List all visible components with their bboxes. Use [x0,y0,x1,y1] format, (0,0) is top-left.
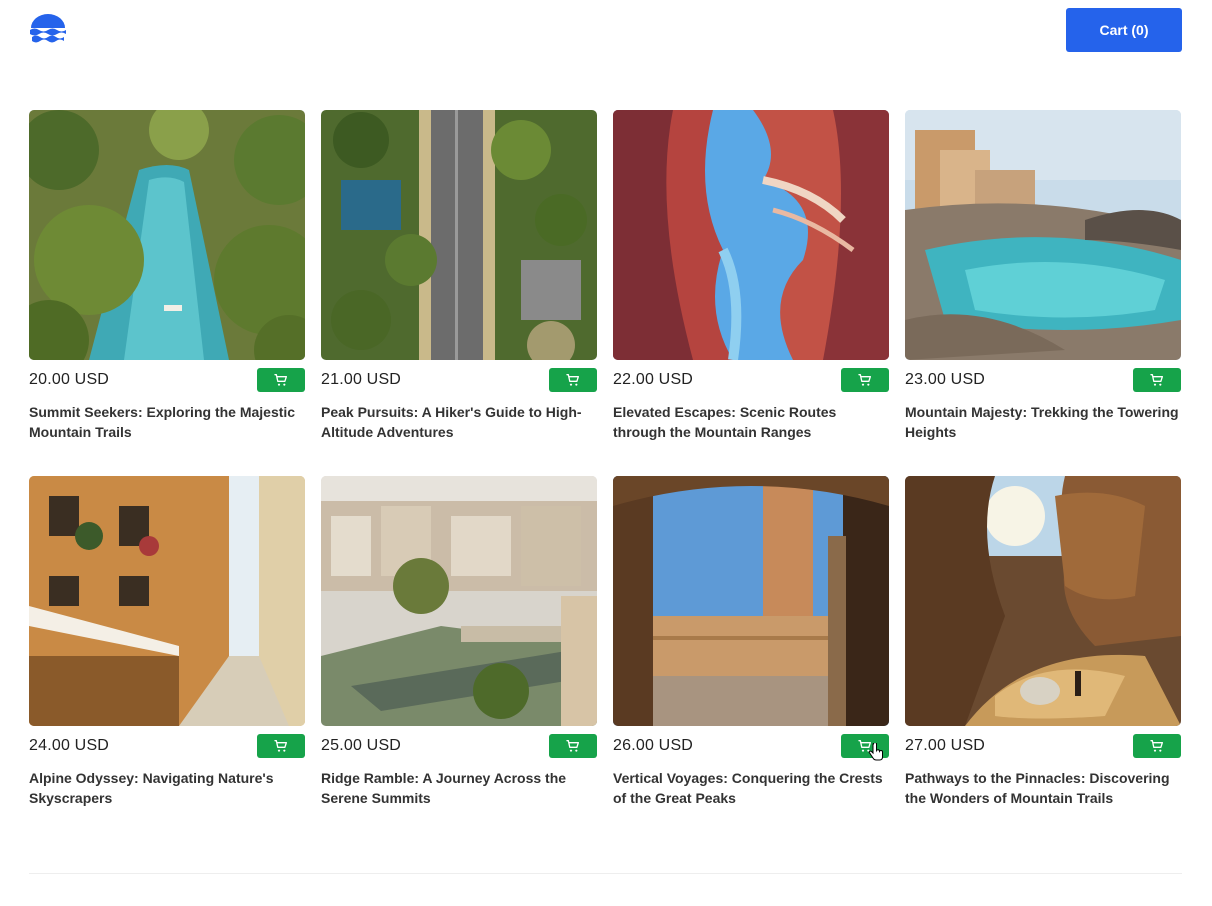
product-title[interactable]: Peak Pursuits: A Hiker's Guide to High-A… [321,402,597,442]
product-price: 23.00 USD [905,371,986,388]
product-image-aerial-street[interactable] [321,110,597,360]
site-header: Cart (0) [0,0,1212,60]
product-title[interactable]: Pathways to the Pinnacles: Discovering t… [905,768,1181,808]
cart-icon [858,374,871,386]
product-card: 27.00 USD Pathways to the Pinnacles: Dis… [905,476,1181,810]
cart-icon [858,740,871,752]
product-card: 24.00 USD Alpine Odyssey: Navigating Nat… [29,476,305,810]
product-card: 21.00 USD Peak Pursuits: A Hiker's Guide… [321,110,597,444]
product-title[interactable]: Elevated Escapes: Scenic Routes through … [613,402,889,442]
add-to-cart-button[interactable] [1133,734,1181,758]
product-price: 22.00 USD [613,371,694,388]
product-price: 27.00 USD [905,737,986,754]
product-image-tropical-river[interactable] [29,110,305,360]
add-to-cart-button[interactable] [841,734,889,758]
product-price: 25.00 USD [321,737,402,754]
cart-icon [274,374,287,386]
cart-icon [566,374,579,386]
add-to-cart-button[interactable] [549,368,597,392]
product-image-desert-rock[interactable] [905,476,1181,726]
product-card: 25.00 USD Ridge Ramble: A Journey Across… [321,476,597,810]
add-to-cart-button[interactable] [549,734,597,758]
product-card: 26.00 USD Vertical Voyages: Conquering t… [613,476,889,810]
product-title[interactable]: Summit Seekers: Exploring the Majestic M… [29,402,305,442]
footer-divider [29,873,1182,874]
product-image-city-bridge[interactable] [321,476,597,726]
cart-icon [1150,374,1163,386]
product-price: 26.00 USD [613,737,694,754]
product-title[interactable]: Ridge Ramble: A Journey Across the Seren… [321,768,597,808]
add-to-cart-button[interactable] [1133,368,1181,392]
product-image-narrow-street[interactable] [29,476,305,726]
product-image-coastal-lagoon[interactable] [905,110,1181,360]
product-grid: 20.00 USD Summit Seekers: Exploring the … [29,110,1182,810]
cart-button[interactable]: Cart (0) [1066,8,1182,52]
add-to-cart-button[interactable] [257,368,305,392]
add-to-cart-button[interactable] [257,734,305,758]
product-image-red-canyon[interactable] [613,110,889,360]
add-to-cart-button[interactable] [841,368,889,392]
product-title[interactable]: Vertical Voyages: Conquering the Crests … [613,768,889,808]
product-image-plaza-tower[interactable] [613,476,889,726]
product-card: 22.00 USD Elevated Escapes: Scenic Route… [613,110,889,444]
product-price: 20.00 USD [29,371,110,388]
product-title[interactable]: Mountain Majesty: Trekking the Towering … [905,402,1181,442]
cart-icon [566,740,579,752]
waves-logo-icon[interactable] [29,14,67,46]
product-title[interactable]: Alpine Odyssey: Navigating Nature's Skys… [29,768,305,808]
cart-icon [274,740,287,752]
product-card: 20.00 USD Summit Seekers: Exploring the … [29,110,305,444]
product-price: 21.00 USD [321,371,402,388]
product-price: 24.00 USD [29,737,110,754]
cart-icon [1150,740,1163,752]
product-card: 23.00 USD Mountain Majesty: Trekking the… [905,110,1181,444]
